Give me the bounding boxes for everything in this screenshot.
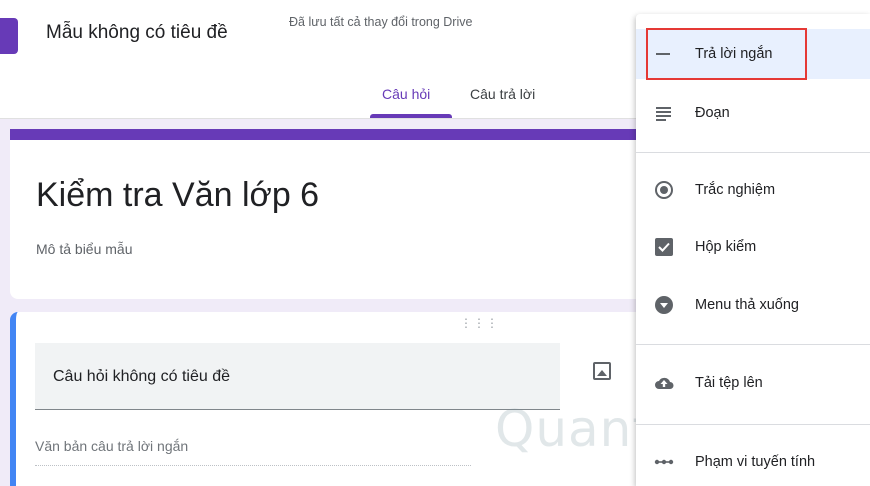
- menu-divider: [636, 424, 870, 425]
- tab-responses[interactable]: Câu trả lời: [470, 86, 535, 102]
- add-image-icon[interactable]: [593, 362, 611, 380]
- menu-item-linear-scale[interactable]: Phạm vi tuyến tính: [636, 437, 870, 486]
- radio-button-icon: [655, 181, 673, 199]
- checkbox-icon: [655, 238, 673, 256]
- menu-item-label: Hộp kiểm: [695, 239, 757, 255]
- form-description[interactable]: Mô tả biểu mẫu: [36, 241, 133, 257]
- menu-item-label: Trắc nghiệm: [695, 182, 776, 198]
- menu-item-label: Menu thả xuống: [695, 297, 799, 313]
- menu-divider: [636, 344, 870, 345]
- tab-questions[interactable]: Câu hỏi: [382, 86, 430, 102]
- short-answer-placeholder: Văn bản câu trả lời ngắn: [35, 438, 189, 454]
- form-title-card: Kiểm tra Văn lớp 6 Mô tả biểu mẫu: [10, 129, 650, 299]
- menu-item-file-upload[interactable]: Tải tệp lên: [636, 358, 870, 408]
- menu-item-multiple-choice[interactable]: Trắc nghiệm: [636, 165, 870, 215]
- dropdown-arrow-icon: [655, 296, 673, 314]
- cloud-upload-icon: [655, 377, 674, 389]
- question-type-menu: Trả lời ngắn Đoạn Trắc nghiệm Hộp kiểm M…: [636, 14, 870, 486]
- menu-item-label: Đoạn: [695, 105, 730, 121]
- menu-item-label: Tải tệp lên: [695, 375, 763, 391]
- answer-underline: [35, 465, 471, 466]
- question-card[interactable]: ⋮⋮⋮ Câu hỏi không có tiêu đề Văn bản câu…: [10, 312, 650, 486]
- linear-scale-icon: [654, 459, 674, 465]
- form-name-field[interactable]: Mẫu không có tiêu đề: [46, 22, 228, 44]
- menu-item-checkboxes[interactable]: Hộp kiểm: [636, 222, 870, 272]
- menu-item-paragraph[interactable]: Đoạn: [636, 88, 870, 138]
- form-title[interactable]: Kiểm tra Văn lớp 6: [36, 176, 319, 215]
- menu-item-label: Phạm vi tuyến tính: [695, 454, 816, 470]
- save-status: Đã lưu tất cả thay đổi trong Drive: [289, 15, 473, 29]
- question-title-input[interactable]: Câu hỏi không có tiêu đề: [35, 343, 560, 410]
- paragraph-icon: [656, 107, 671, 121]
- drag-handle-icon[interactable]: ⋮⋮⋮: [460, 317, 499, 329]
- menu-divider: [636, 152, 870, 153]
- question-title: Câu hỏi không có tiêu đề: [53, 368, 231, 385]
- menu-item-dropdown[interactable]: Menu thả xuống: [636, 280, 870, 330]
- active-tab-indicator: [370, 114, 452, 118]
- annotation-highlight-box: [646, 28, 807, 80]
- forms-logo-icon[interactable]: [0, 18, 18, 54]
